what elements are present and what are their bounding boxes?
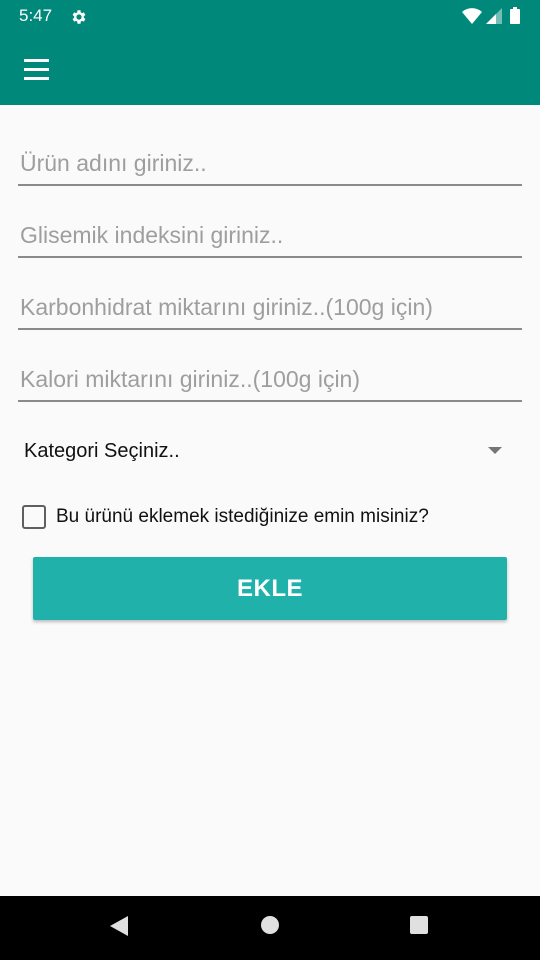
- gear-icon: [72, 10, 86, 24]
- calorie-input[interactable]: [18, 352, 522, 400]
- home-icon[interactable]: [260, 915, 280, 935]
- status-time: 5:47: [19, 6, 53, 25]
- confirm-checkbox[interactable]: [22, 505, 46, 529]
- glycemic-index-field: [18, 208, 522, 258]
- glycemic-index-input[interactable]: [18, 208, 522, 256]
- product-name-field: [18, 136, 522, 186]
- carbohydrate-field: [18, 280, 522, 330]
- hamburger-menu-icon[interactable]: [14, 47, 58, 91]
- add-button[interactable]: EKLE: [33, 557, 507, 620]
- product-name-input[interactable]: [18, 136, 522, 184]
- confirm-checkbox-label: Bu ürünü eklemek istediğinize emin misin…: [56, 506, 429, 527]
- wifi-icon: [462, 8, 482, 24]
- confirm-checkbox-row[interactable]: Bu ürünü eklemek istediğinize emin misin…: [22, 505, 502, 531]
- category-spinner-label: Kategori Seçiniz..: [24, 440, 180, 462]
- back-icon[interactable]: [108, 914, 130, 938]
- app-bar: [0, 33, 540, 105]
- status-bar: 5:47: [0, 0, 540, 33]
- calorie-field: [18, 352, 522, 402]
- dropdown-arrow-icon: [488, 447, 502, 454]
- signal-icon: [486, 8, 502, 24]
- category-spinner[interactable]: Kategori Seçiniz..: [18, 428, 522, 474]
- battery-icon: [510, 7, 520, 24]
- navigation-bar: [0, 896, 540, 960]
- recents-icon[interactable]: [409, 915, 429, 935]
- carbohydrate-input[interactable]: [18, 280, 522, 328]
